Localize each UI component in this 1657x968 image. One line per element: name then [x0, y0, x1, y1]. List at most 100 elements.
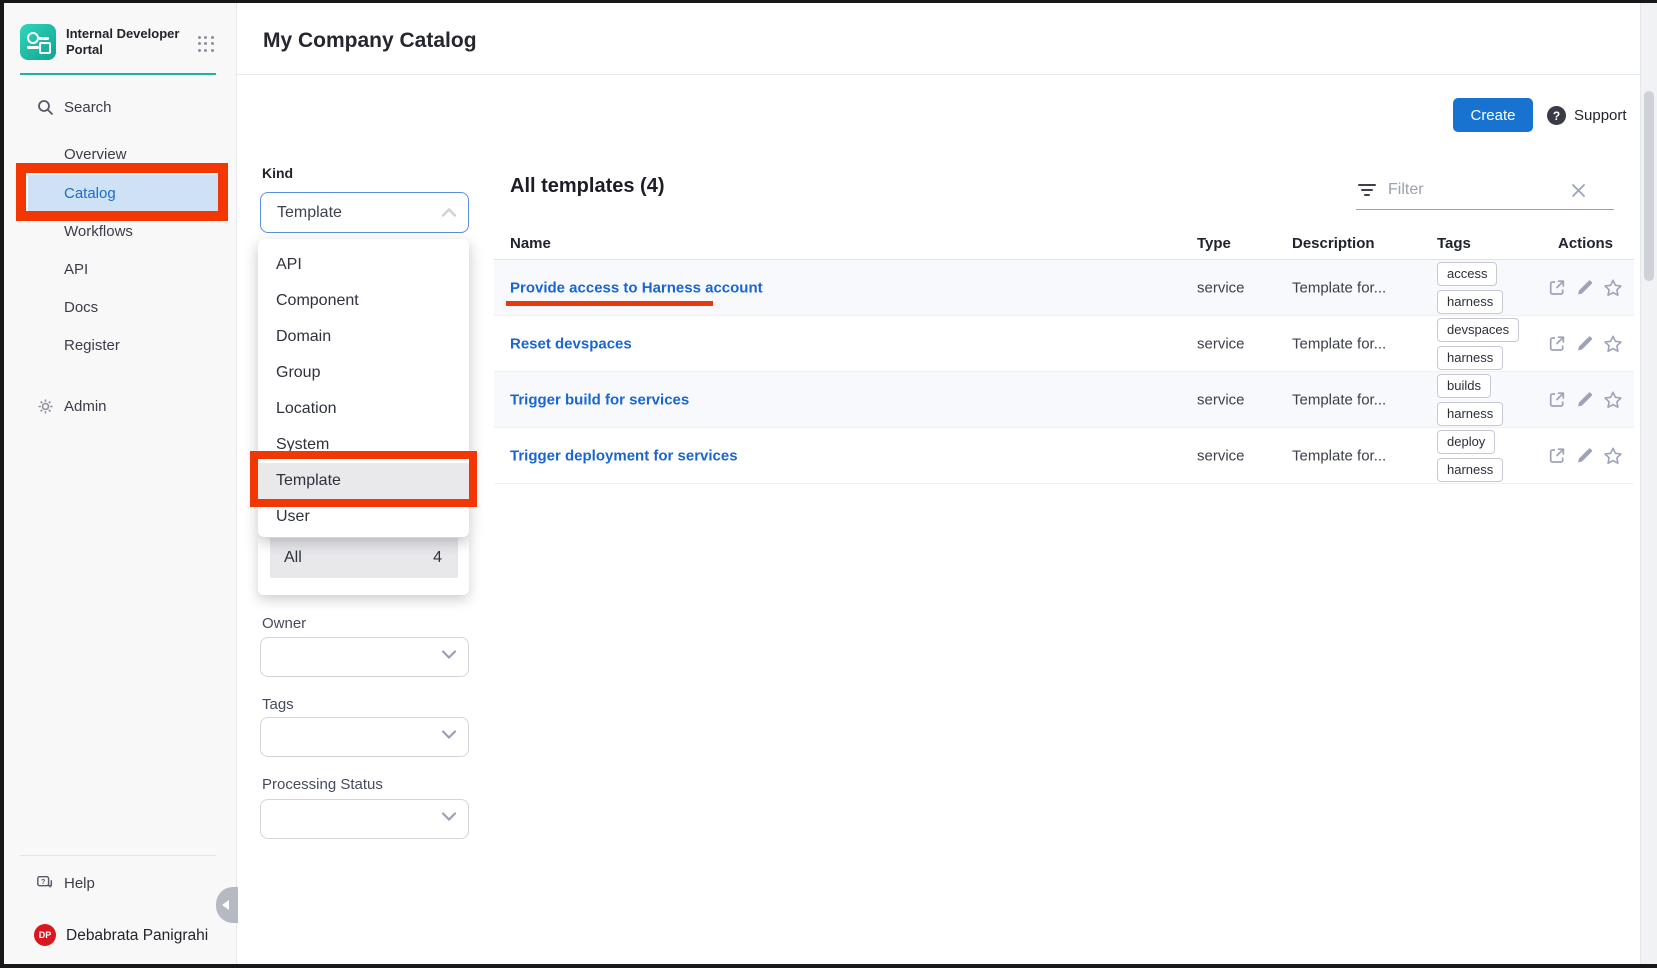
apps-grid-icon[interactable]: [198, 36, 214, 52]
template-name-link[interactable]: Trigger deployment for services: [510, 447, 738, 464]
tag-chip[interactable]: harness: [1437, 458, 1503, 482]
tag-chip[interactable]: builds: [1437, 374, 1491, 398]
column-header-description[interactable]: Description: [1292, 235, 1375, 252]
star-icon[interactable]: [1603, 278, 1623, 297]
sidebar-item-catalog[interactable]: Catalog: [4, 175, 236, 211]
sidebar-item-help[interactable]: ? Help: [4, 865, 236, 901]
star-icon[interactable]: [1603, 446, 1623, 465]
template-name-link[interactable]: Reset devspaces: [510, 335, 632, 352]
open-in-new-icon[interactable]: [1548, 447, 1566, 465]
kind-option-location[interactable]: Location: [258, 391, 469, 427]
tag-chip[interactable]: deploy: [1437, 430, 1495, 454]
page-title: My Company Catalog: [263, 29, 477, 53]
count-row-value: 4: [433, 549, 442, 567]
chevron-down-icon: [442, 812, 456, 821]
edit-pencil-icon[interactable]: [1576, 391, 1593, 408]
count-row-label: All: [284, 549, 302, 567]
template-name-link[interactable]: Trigger build for services: [510, 391, 689, 408]
kind-option-component[interactable]: Component: [258, 283, 469, 319]
create-button[interactable]: Create: [1453, 98, 1533, 132]
sidebar-item-label: Search: [64, 99, 112, 116]
description-cell: Template for...: [1292, 447, 1386, 464]
help-chat-icon: ?: [36, 874, 54, 892]
support-link[interactable]: Support: [1574, 107, 1627, 124]
processing-status-select[interactable]: [260, 799, 469, 839]
kind-select[interactable]: Template: [260, 192, 469, 233]
open-in-new-icon[interactable]: [1548, 335, 1566, 353]
kind-option-label: Location: [276, 400, 337, 418]
kind-option-api[interactable]: API: [258, 247, 469, 283]
edit-pencil-icon[interactable]: [1576, 279, 1593, 296]
type-cell: service: [1197, 279, 1245, 296]
description-cell: Template for...: [1292, 335, 1386, 352]
actions-cell: [1548, 278, 1623, 297]
sidebar-item-label: Overview: [64, 146, 127, 163]
sidebar-item-label: Docs: [64, 299, 98, 316]
tags-label: Tags: [262, 696, 294, 713]
kind-count-card: All 4: [258, 537, 469, 595]
sidebar-item-label: Catalog: [64, 185, 116, 202]
column-header-actions[interactable]: Actions: [1558, 235, 1613, 252]
kind-option-group[interactable]: Group: [258, 355, 469, 391]
clear-filter-icon[interactable]: [1571, 183, 1586, 198]
sidebar-item-label: Help: [64, 875, 95, 892]
tags-cell: builds harness: [1437, 374, 1503, 426]
sidebar-item-overview[interactable]: Overview: [4, 136, 236, 172]
kind-option-label: API: [276, 256, 302, 274]
kind-dropdown-menu: API Component Domain Group Location System Tem…: [258, 239, 469, 537]
kind-label: Kind: [262, 165, 293, 181]
open-in-new-icon[interactable]: [1548, 391, 1566, 409]
filter-placeholder: Filter: [1388, 181, 1424, 199]
filter-funnel-icon: [1358, 183, 1378, 199]
kind-option-system[interactable]: System: [258, 427, 469, 463]
sidebar-item-label: Workflows: [64, 223, 133, 240]
column-header-tags[interactable]: Tags: [1437, 235, 1471, 252]
edit-pencil-icon[interactable]: [1576, 335, 1593, 352]
vertical-scrollbar[interactable]: [1640, 3, 1657, 964]
kind-option-template[interactable]: Template: [258, 463, 469, 499]
sidebar-item-register[interactable]: Register: [4, 327, 236, 363]
star-icon[interactable]: [1603, 334, 1623, 353]
kind-count-row-all[interactable]: All 4: [270, 538, 458, 578]
table-row: Trigger build for servicesserviceTemplat…: [494, 372, 1634, 428]
table-filter-field[interactable]: Filter: [1356, 173, 1614, 210]
kind-option-label: Component: [276, 292, 359, 310]
chevron-down-icon: [442, 730, 456, 739]
column-header-type[interactable]: Type: [1197, 235, 1231, 252]
star-icon[interactable]: [1603, 390, 1623, 409]
kind-option-domain[interactable]: Domain: [258, 319, 469, 355]
sidebar-item-admin[interactable]: Admin: [4, 388, 236, 424]
owner-select[interactable]: [260, 637, 469, 677]
sidebar-item-api[interactable]: API: [4, 251, 236, 287]
template-name-link[interactable]: Provide access to Harness account: [510, 279, 763, 296]
tags-select[interactable]: [260, 717, 469, 757]
table-row: Reset devspacesserviceTemplate for...dev…: [494, 316, 1634, 372]
brand-divider: [20, 73, 216, 75]
open-in-new-icon[interactable]: [1548, 279, 1566, 297]
tag-chip[interactable]: access: [1437, 262, 1497, 286]
user-name[interactable]: Debabrata Panigrahi: [66, 927, 208, 945]
user-avatar[interactable]: DP: [34, 924, 56, 946]
search-icon: [36, 98, 54, 116]
type-cell: service: [1197, 391, 1245, 408]
tag-chip[interactable]: devspaces: [1437, 318, 1519, 342]
kind-option-user[interactable]: User: [258, 499, 469, 535]
edit-pencil-icon[interactable]: [1576, 447, 1593, 464]
table-row: Trigger deployment for servicesserviceTe…: [494, 428, 1634, 484]
top-bar: My Company Catalog: [237, 3, 1657, 75]
sidebar-item-search[interactable]: Search: [4, 89, 236, 125]
tag-chip[interactable]: harness: [1437, 402, 1503, 426]
sidebar-item-docs[interactable]: Docs: [4, 289, 236, 325]
scrollbar-thumb[interactable]: [1644, 91, 1654, 281]
tag-chip[interactable]: harness: [1437, 346, 1503, 370]
sidebar-bottom-divider: [20, 855, 216, 856]
table-body: Provide access to Harness account service…: [494, 260, 1634, 484]
tag-chip[interactable]: harness: [1437, 290, 1503, 314]
description-cell: Template for...: [1292, 279, 1386, 296]
column-header-name[interactable]: Name: [510, 235, 551, 252]
kind-option-label: User: [276, 508, 310, 526]
support-question-icon[interactable]: ?: [1547, 106, 1566, 125]
sidebar-item-workflows[interactable]: Workflows: [4, 213, 236, 249]
kind-option-label: System: [276, 436, 329, 454]
kind-option-label: Domain: [276, 328, 331, 346]
